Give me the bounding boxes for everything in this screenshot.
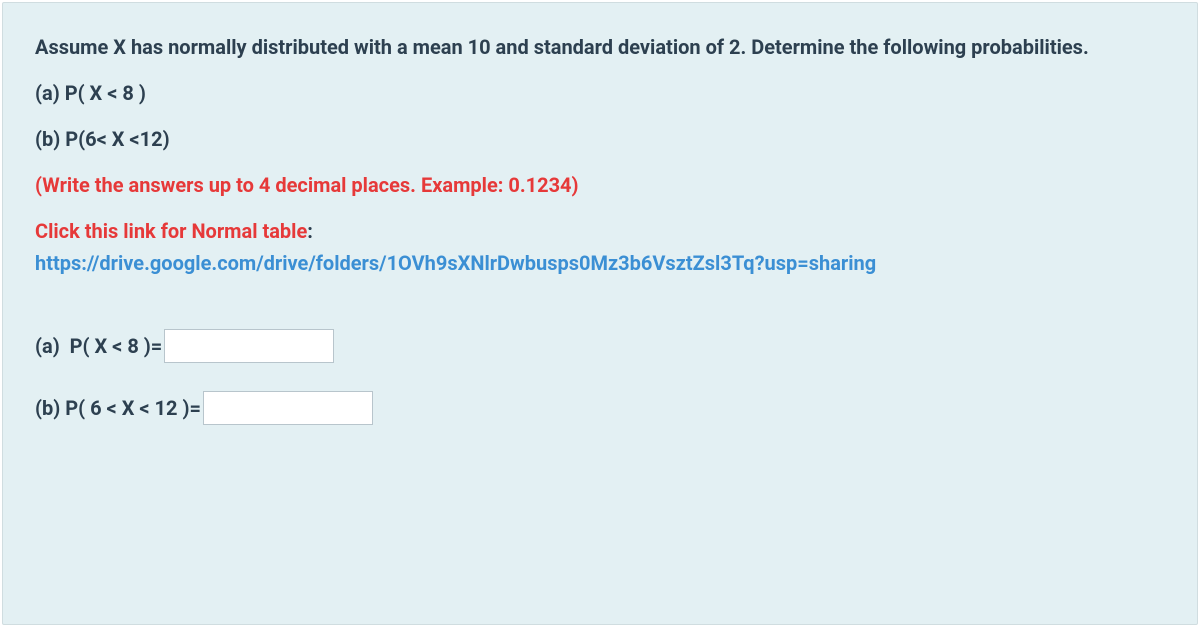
answer-instruction: (Write the answers up to 4 decimal place… bbox=[35, 169, 1165, 201]
link-colon: : bbox=[307, 219, 313, 243]
link-label: Click this link for Normal table bbox=[35, 219, 307, 243]
question-prompt: Assume X has normally distributed with a… bbox=[35, 31, 1165, 63]
question-part-b: (b) P(6< X <12) bbox=[35, 123, 1165, 155]
answer-b-label: (b) P( 6 < X < 12 )= bbox=[35, 392, 201, 424]
answer-row-a: (a) P( X < 8 )= bbox=[35, 329, 1165, 363]
answer-b-input[interactable] bbox=[203, 391, 373, 425]
link-section: Click this link for Normal table: https:… bbox=[35, 215, 1165, 279]
normal-table-link[interactable]: https://drive.google.com/drive/folders/1… bbox=[35, 251, 876, 275]
question-container: Assume X has normally distributed with a… bbox=[2, 2, 1198, 625]
answer-a-label: (a) P( X < 8 )= bbox=[35, 330, 162, 362]
question-part-a: (a) P( X < 8 ) bbox=[35, 77, 1165, 109]
answer-row-b: (b) P( 6 < X < 12 )= bbox=[35, 391, 1165, 425]
answer-a-input[interactable] bbox=[164, 329, 334, 363]
